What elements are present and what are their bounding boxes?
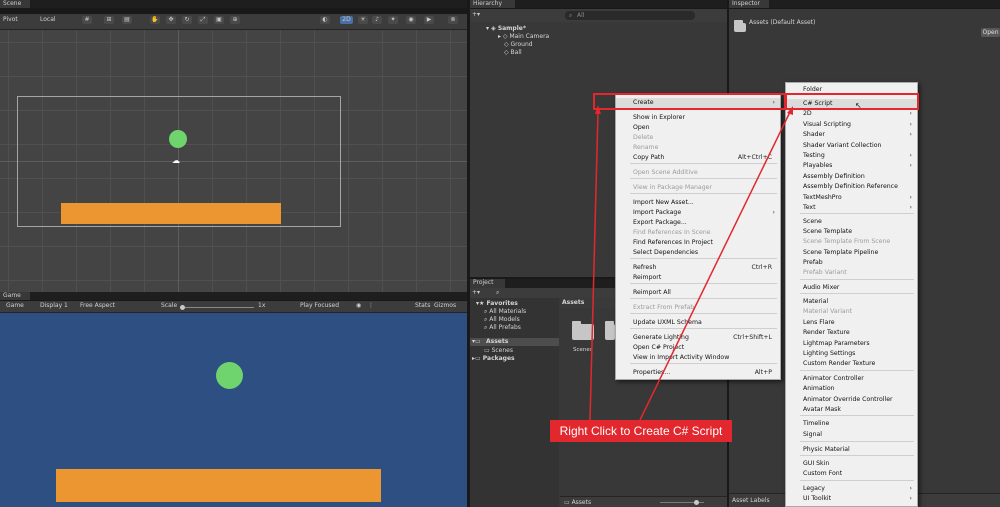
arrow-line-create <box>589 111 599 421</box>
arrow-head-script <box>787 106 793 115</box>
arrow-head-create <box>595 105 601 114</box>
annotation-arrows <box>589 105 793 421</box>
annotation-callout: Right Click to Create C# Script <box>550 420 732 442</box>
arrow-line-script <box>639 111 791 421</box>
mouse-cursor-icon: ↖ <box>855 101 862 110</box>
